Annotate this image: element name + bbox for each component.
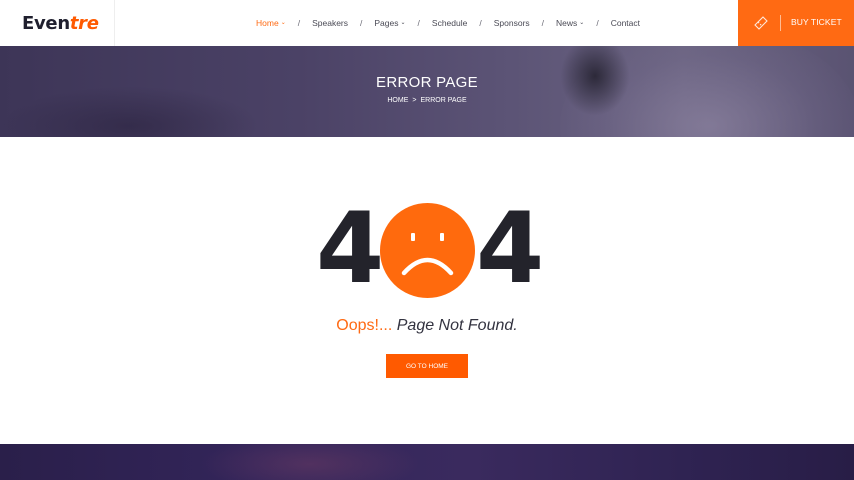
main-nav: Home ⌄ / Speakers / Pages ⌄ / Schedule / S… [256, 0, 640, 46]
nav-item-sponsors[interactable]: Sponsors [494, 18, 530, 28]
nav-separator: / [479, 18, 482, 28]
error-digit-left: 4 [316, 192, 385, 306]
footer-background-shape [200, 444, 420, 480]
nav-item-contact[interactable]: Contact [611, 18, 640, 28]
go-to-home-button[interactable]: GO TO HOME [386, 354, 468, 378]
nav-separator: / [596, 18, 599, 28]
nav-separator: / [297, 18, 301, 28]
buy-ticket-label: BUY TICKET [791, 17, 842, 27]
nav-item-news[interactable]: News ⌄ [556, 18, 584, 28]
nav-item-home[interactable]: Home ⌄ [256, 18, 286, 28]
banner-background-shape [0, 86, 260, 137]
logo-container[interactable]: Eventre [0, 0, 115, 46]
page-title: ERROR PAGE [376, 74, 478, 91]
buy-divider [780, 15, 781, 31]
nav-separator: / [360, 18, 363, 28]
nav-item-pages[interactable]: Pages ⌄ [374, 18, 405, 28]
page-banner: ERROR PAGE HOME > ERROR PAGE [0, 46, 854, 137]
nav-item-speakers[interactable]: Speakers [312, 18, 348, 28]
chevron-down-icon: ⌄ [579, 19, 585, 26]
chevron-down-icon: ⌄ [280, 19, 286, 26]
chevron-down-icon: ⌄ [400, 19, 406, 26]
site-logo[interactable]: Eventre [22, 13, 99, 34]
error-message: Oops!... Page Not Found. [0, 317, 854, 335]
oops-text: Oops!... [336, 317, 393, 334]
nav-separator: / [541, 18, 545, 28]
sad-face-icon [380, 203, 475, 298]
footer-band [0, 444, 854, 480]
nav-item-schedule[interactable]: Schedule [432, 18, 467, 28]
breadcrumb-separator: > [412, 97, 417, 104]
error-404-graphic: 4 4 [0, 200, 854, 300]
breadcrumb-home[interactable]: HOME [387, 97, 408, 104]
ticket-icon [754, 16, 768, 30]
breadcrumb-current: ERROR PAGE [420, 97, 467, 104]
buy-ticket-button[interactable]: BUY TICKET [738, 0, 854, 46]
site-header: Eventre Home ⌄ / Speakers / Pages ⌄ / Sche… [0, 0, 854, 46]
breadcrumb: HOME > ERROR PAGE [0, 97, 854, 104]
not-found-text: Page Not Found. [392, 317, 518, 334]
error-digit-right: 4 [476, 192, 545, 306]
nav-separator: / [417, 18, 420, 28]
